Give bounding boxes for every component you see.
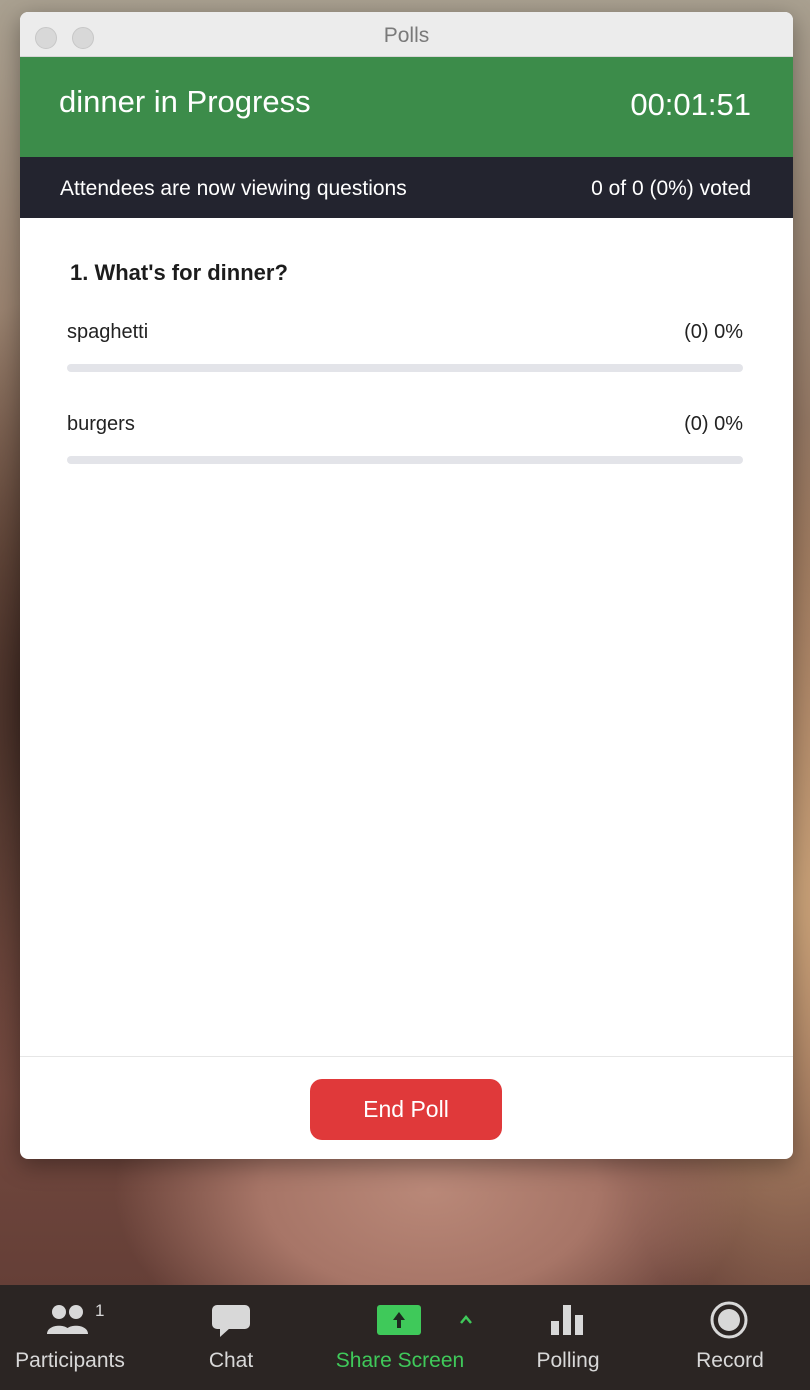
meeting-toolbar: 1 Participants Chat Share Screen Polling… bbox=[0, 1285, 810, 1390]
chat-label: Chat bbox=[208, 1349, 254, 1372]
chat-button[interactable]: Chat bbox=[186, 1285, 276, 1390]
share-screen-button[interactable]: Share Screen bbox=[320, 1285, 480, 1390]
answer-result: (0) 0% bbox=[684, 321, 743, 343]
answer-progress-track bbox=[67, 364, 743, 372]
participants-label: Participants bbox=[15, 1349, 125, 1372]
poll-footer: End Poll bbox=[20, 1056, 793, 1159]
polling-label: Polling bbox=[536, 1349, 600, 1372]
answer-label: spaghetti bbox=[67, 321, 149, 343]
poll-timer: 00:01:51 bbox=[630, 87, 751, 122]
participants-count: 1 bbox=[95, 1301, 105, 1320]
answer-result: (0) 0% bbox=[684, 413, 743, 435]
poll-status-bar: Attendees are now viewing questions 0 of… bbox=[20, 157, 793, 218]
record-label: Record bbox=[696, 1349, 764, 1372]
polling-icon bbox=[520, 1301, 616, 1341]
polling-button[interactable]: Polling bbox=[520, 1285, 616, 1390]
share-screen-label: Share Screen bbox=[335, 1349, 465, 1372]
polls-window: Polls dinner in Progress 00:01:51 Attend… bbox=[20, 12, 793, 1159]
poll-status-text: Attendees are now viewing questions bbox=[60, 177, 407, 200]
question-title: 1. What's for dinner? bbox=[70, 260, 288, 285]
answer-progress-track bbox=[67, 456, 743, 464]
poll-title: dinner in Progress bbox=[59, 84, 311, 119]
chat-icon bbox=[186, 1301, 276, 1341]
share-screen-icon bbox=[320, 1301, 480, 1341]
end-poll-button[interactable]: End Poll bbox=[310, 1079, 502, 1140]
participants-icon bbox=[0, 1301, 140, 1341]
window-titlebar: Polls bbox=[20, 12, 793, 57]
window-title: Polls bbox=[383, 24, 430, 47]
record-icon bbox=[680, 1301, 780, 1341]
answer-label: burgers bbox=[67, 413, 135, 435]
participants-button[interactable]: 1 Participants bbox=[0, 1285, 140, 1390]
poll-header: dinner in Progress 00:01:51 bbox=[20, 57, 793, 157]
poll-voted-count: 0 of 0 (0%) voted bbox=[591, 177, 751, 200]
record-button[interactable]: Record bbox=[680, 1285, 780, 1390]
